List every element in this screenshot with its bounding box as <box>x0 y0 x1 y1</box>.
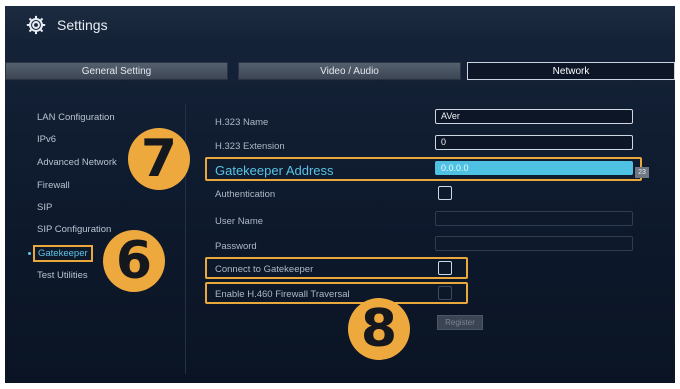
sidebar-item-ipv6[interactable]: IPv6 <box>37 134 56 145</box>
window-title: Settings <box>57 17 108 33</box>
h323-extension-label: H.323 Extension <box>215 141 285 152</box>
active-item-bullet <box>28 252 31 255</box>
authentication-label: Authentication <box>215 189 276 200</box>
tab-bar: General Setting Video / Audio Network <box>5 62 675 82</box>
connect-gatekeeper-label: Connect to Gatekeeper <box>215 264 314 275</box>
tab-general-setting[interactable]: General Setting <box>5 62 228 80</box>
password-label: Password <box>215 241 257 252</box>
password-input[interactable] <box>435 236 633 251</box>
h323-extension-input[interactable]: 0 <box>435 135 633 150</box>
gatekeeper-address-suffix: 23 <box>635 167 649 178</box>
enable-h460-label: Enable H.460 Firewall Traversal <box>215 289 350 300</box>
register-button[interactable]: Register <box>437 315 483 330</box>
sidebar-item-sip-configuration[interactable]: SIP Configuration <box>37 224 111 235</box>
user-name-input[interactable] <box>435 211 633 226</box>
gear-icon <box>26 15 46 35</box>
callout-badge-7: 7 <box>128 128 190 190</box>
h323-name-input[interactable]: AVer <box>435 109 633 124</box>
sidebar-item-test-utilities[interactable]: Test Utilities <box>37 270 88 281</box>
user-name-label: User Name <box>215 216 264 227</box>
gatekeeper-address-input[interactable]: 0.0.0.0 <box>435 161 633 175</box>
settings-screen: Settings General Setting Video / Audio N… <box>5 6 675 383</box>
callout-badge-6: 6 <box>103 230 165 292</box>
connect-gatekeeper-checkbox[interactable] <box>438 261 452 275</box>
sidebar-item-lan-configuration[interactable]: LAN Configuration <box>37 112 115 123</box>
tab-network[interactable]: Network <box>467 62 675 80</box>
callout-badge-8: 8 <box>348 298 410 360</box>
h323-name-label: H.323 Name <box>215 117 269 128</box>
tab-video-audio[interactable]: Video / Audio <box>238 62 461 80</box>
sidebar-item-sip[interactable]: SIP <box>37 202 52 213</box>
sidebar-item-firewall[interactable]: Firewall <box>37 180 70 191</box>
gatekeeper-address-label: Gatekeeper Address <box>215 163 334 178</box>
sidebar-item-advanced-network[interactable]: Advanced Network <box>37 157 117 168</box>
enable-h460-checkbox[interactable] <box>438 286 452 300</box>
authentication-checkbox[interactable] <box>438 186 452 200</box>
title-bar: Settings <box>5 6 675 44</box>
sidebar-item-gatekeeper[interactable]: Gatekeeper <box>33 245 93 262</box>
